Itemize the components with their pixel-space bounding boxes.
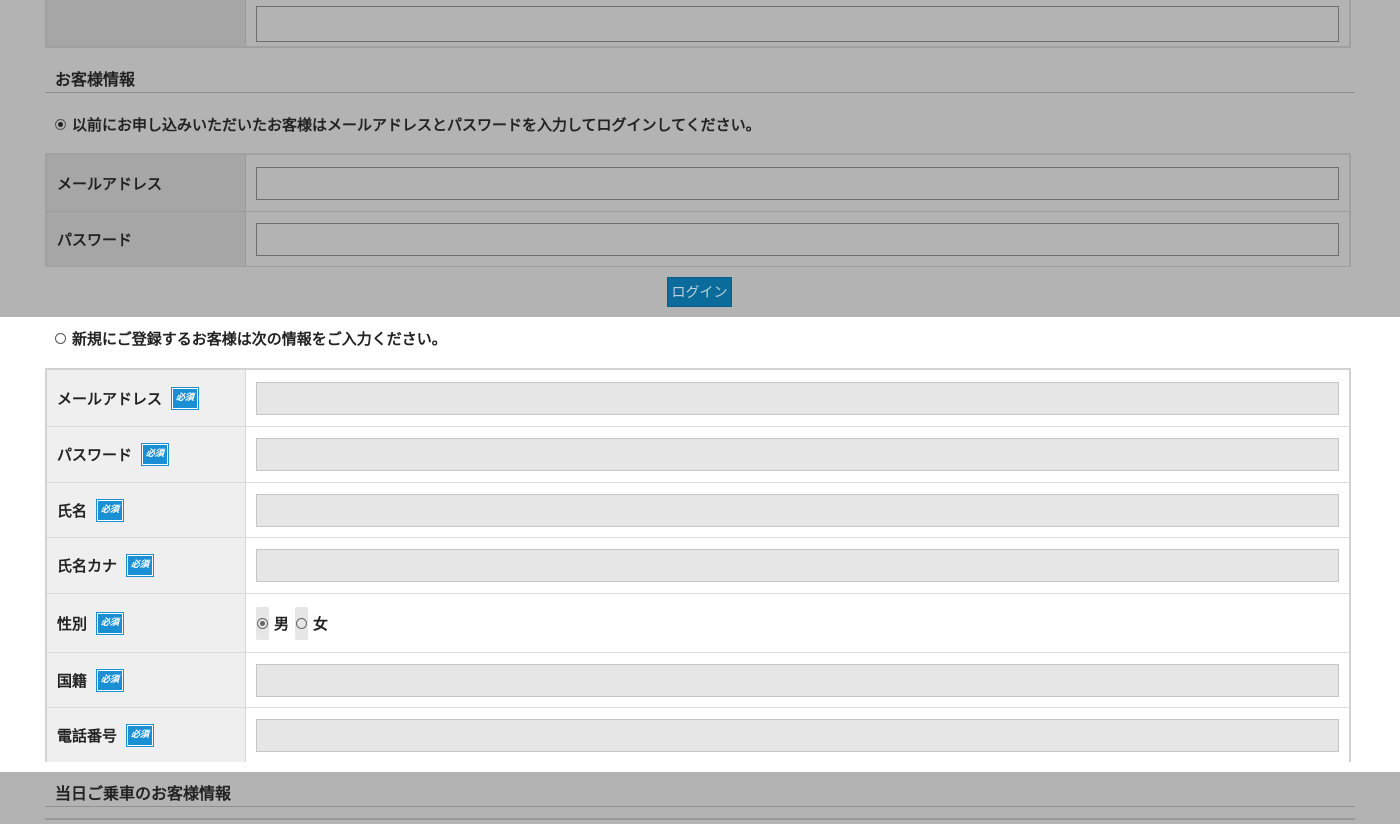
field-row-phone: 電話番号 必須 [47,707,1349,762]
new-customer-radio-icon[interactable] [55,333,66,344]
returning-customer-option[interactable]: 以前にお申し込みいただいたお客様はメールアドレスとパスワードを入力してログインし… [55,114,761,135]
required-badge: 必須 [96,611,125,635]
name-input[interactable] [256,493,1339,527]
new-customer-table: メールアドレス 必須 パスワード 必須 氏名 必須 氏名カナ 必須 性別 必須 男 女 国… [45,368,1351,762]
email-label: メールアドレス [57,389,163,408]
gender-option-male[interactable]: 男 [256,606,290,640]
field-row-email: メールアドレス 必須 [47,370,1349,426]
phone-label: 電話番号 [57,726,118,745]
field-row-nationality: 国籍 必須 [47,652,1349,707]
field-row-name: 氏名 必須 [47,482,1349,537]
login-email-input[interactable] [256,166,1339,200]
new-customer-option-label: 新規にご登録するお客様は次の情報をご入力ください。 [72,330,447,348]
previous-row-label [47,0,246,46]
gender-male-label: 男 [274,614,290,633]
required-badge: 必須 [126,554,155,577]
gender-female-label: 女 [313,614,329,633]
returning-radio-icon[interactable] [55,119,66,130]
login-email-label: メールアドレス [47,155,246,211]
new-customer-option[interactable]: 新規にご登録するお客様は次の情報をご入力ください。 [55,328,447,349]
male-radio-icon[interactable] [257,617,268,629]
name-kana-label: 氏名カナ [57,557,118,575]
email-input[interactable] [256,381,1339,415]
previous-textarea[interactable] [256,6,1339,42]
password-label: パスワード [57,446,133,464]
field-row-gender: 性別 必須 男 女 [47,593,1349,652]
login-password-input[interactable] [256,222,1339,256]
field-row-password: パスワード 必須 [47,426,1349,482]
female-radio-icon[interactable] [296,617,308,629]
required-badge: 必須 [96,498,125,522]
nationality-label: 国籍 [57,671,88,690]
section-divider [45,92,1355,93]
name-kana-input[interactable] [256,549,1339,582]
returning-option-label: 以前にお申し込みいただいたお客様はメールアドレスとパスワードを入力してログインし… [72,116,761,134]
section-divider [45,806,1355,807]
nationality-input[interactable] [256,663,1339,697]
next-table-edge [45,818,1355,820]
login-table: メールアドレス パスワード [45,153,1351,267]
gender-label: 性別 [57,614,88,633]
gender-option-female[interactable]: 女 [295,606,329,640]
field-row-name-kana: 氏名カナ 必須 [47,537,1349,593]
required-badge: 必須 [126,723,155,747]
required-badge: 必須 [141,443,170,466]
phone-input[interactable] [256,718,1339,752]
customer-section-title: お客様情報 [55,70,136,89]
login-row-password: パスワード [47,211,1349,266]
required-badge: 必須 [171,386,200,410]
name-label: 氏名 [57,501,88,520]
previous-form-table [45,0,1351,48]
boarding-section-title: 当日ご乗車のお客様情報 [55,784,232,803]
required-badge: 必須 [96,668,125,692]
password-input[interactable] [256,438,1339,471]
login-button[interactable]: ログイン [667,277,732,307]
login-password-label: パスワード [47,212,246,266]
login-row-email: メールアドレス [47,155,1349,211]
